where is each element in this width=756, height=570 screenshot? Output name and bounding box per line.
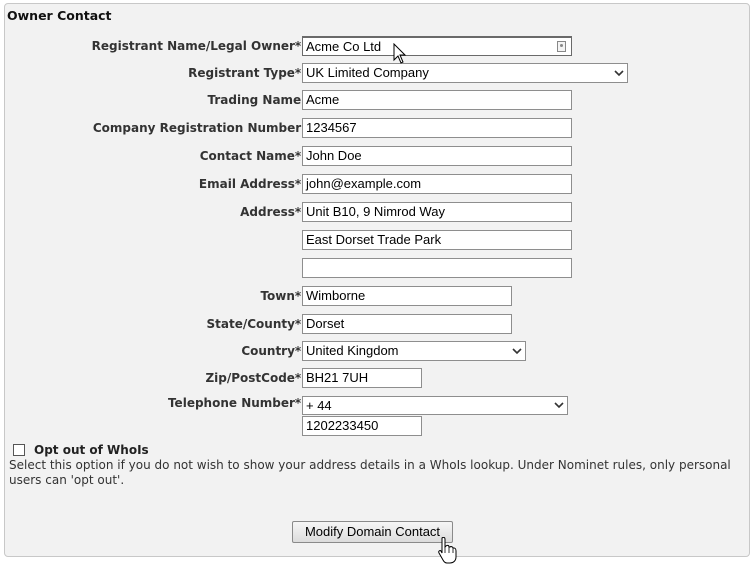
registrant-name-value: Acme Co Ltd	[306, 39, 382, 54]
country-label: Country*:	[241, 344, 306, 358]
address-line2-input[interactable]: East Dorset Trade Park	[302, 230, 572, 250]
registrant-name-input[interactable]: Acme Co Ltd	[302, 36, 572, 56]
trading-name-label: Trading Name:	[207, 93, 306, 107]
modify-domain-contact-button[interactable]: Modify Domain Contact	[292, 521, 453, 543]
address-label: Address*:	[240, 205, 306, 219]
telephone-label: Telephone Number*:	[167, 396, 306, 410]
chevron-down-icon	[614, 70, 624, 77]
section-title: Owner Contact	[7, 8, 112, 23]
county-label: State/County*:	[206, 317, 306, 331]
chevron-down-icon	[554, 402, 564, 409]
company-registration-input[interactable]: 1234567	[302, 118, 572, 138]
address-line3-input[interactable]	[302, 258, 572, 278]
email-input[interactable]: john@example.com	[302, 174, 572, 194]
registrant-name-label: Registrant Name/Legal Owner*:	[91, 39, 306, 53]
trading-name-input[interactable]: Acme	[302, 90, 572, 110]
optout-checkbox[interactable]	[13, 444, 25, 456]
registrant-type-value: UK Limited Company	[306, 65, 429, 80]
optout-label: Opt out of WhoIs	[34, 443, 149, 457]
hand-pointer-icon	[438, 537, 457, 564]
telephone-code-value: + 44	[306, 398, 332, 413]
contact-name-label: Contact Name*:	[199, 149, 306, 163]
mouse-pointer-icon	[393, 43, 407, 64]
contact-card-icon[interactable]	[557, 41, 566, 52]
optout-help-text: Select this option if you do not wish to…	[9, 458, 731, 487]
email-label: Email Address*:	[198, 177, 306, 191]
registrant-type-select[interactable]: UK Limited Company	[302, 63, 628, 83]
town-input[interactable]: Wimborne	[302, 286, 512, 306]
contact-name-input[interactable]: John Doe	[302, 146, 572, 166]
postcode-label: Zip/PostCode*:	[205, 371, 306, 385]
chevron-down-icon	[512, 348, 522, 355]
town-label: Town*:	[260, 289, 306, 303]
telephone-code-select[interactable]: + 44	[302, 396, 568, 415]
address-line1-input[interactable]: Unit B10, 9 Nimrod Way	[302, 202, 572, 222]
telephone-number-input[interactable]: 1202233450	[302, 416, 422, 436]
registrant-type-label: Registrant Type*:	[188, 66, 306, 80]
county-input[interactable]: Dorset	[302, 314, 512, 334]
postcode-input[interactable]: BH21 7UH	[302, 368, 422, 388]
country-select[interactable]: United Kingdom	[302, 341, 526, 361]
company-registration-label: Company Registration Number:	[92, 121, 306, 135]
country-value: United Kingdom	[306, 343, 399, 358]
